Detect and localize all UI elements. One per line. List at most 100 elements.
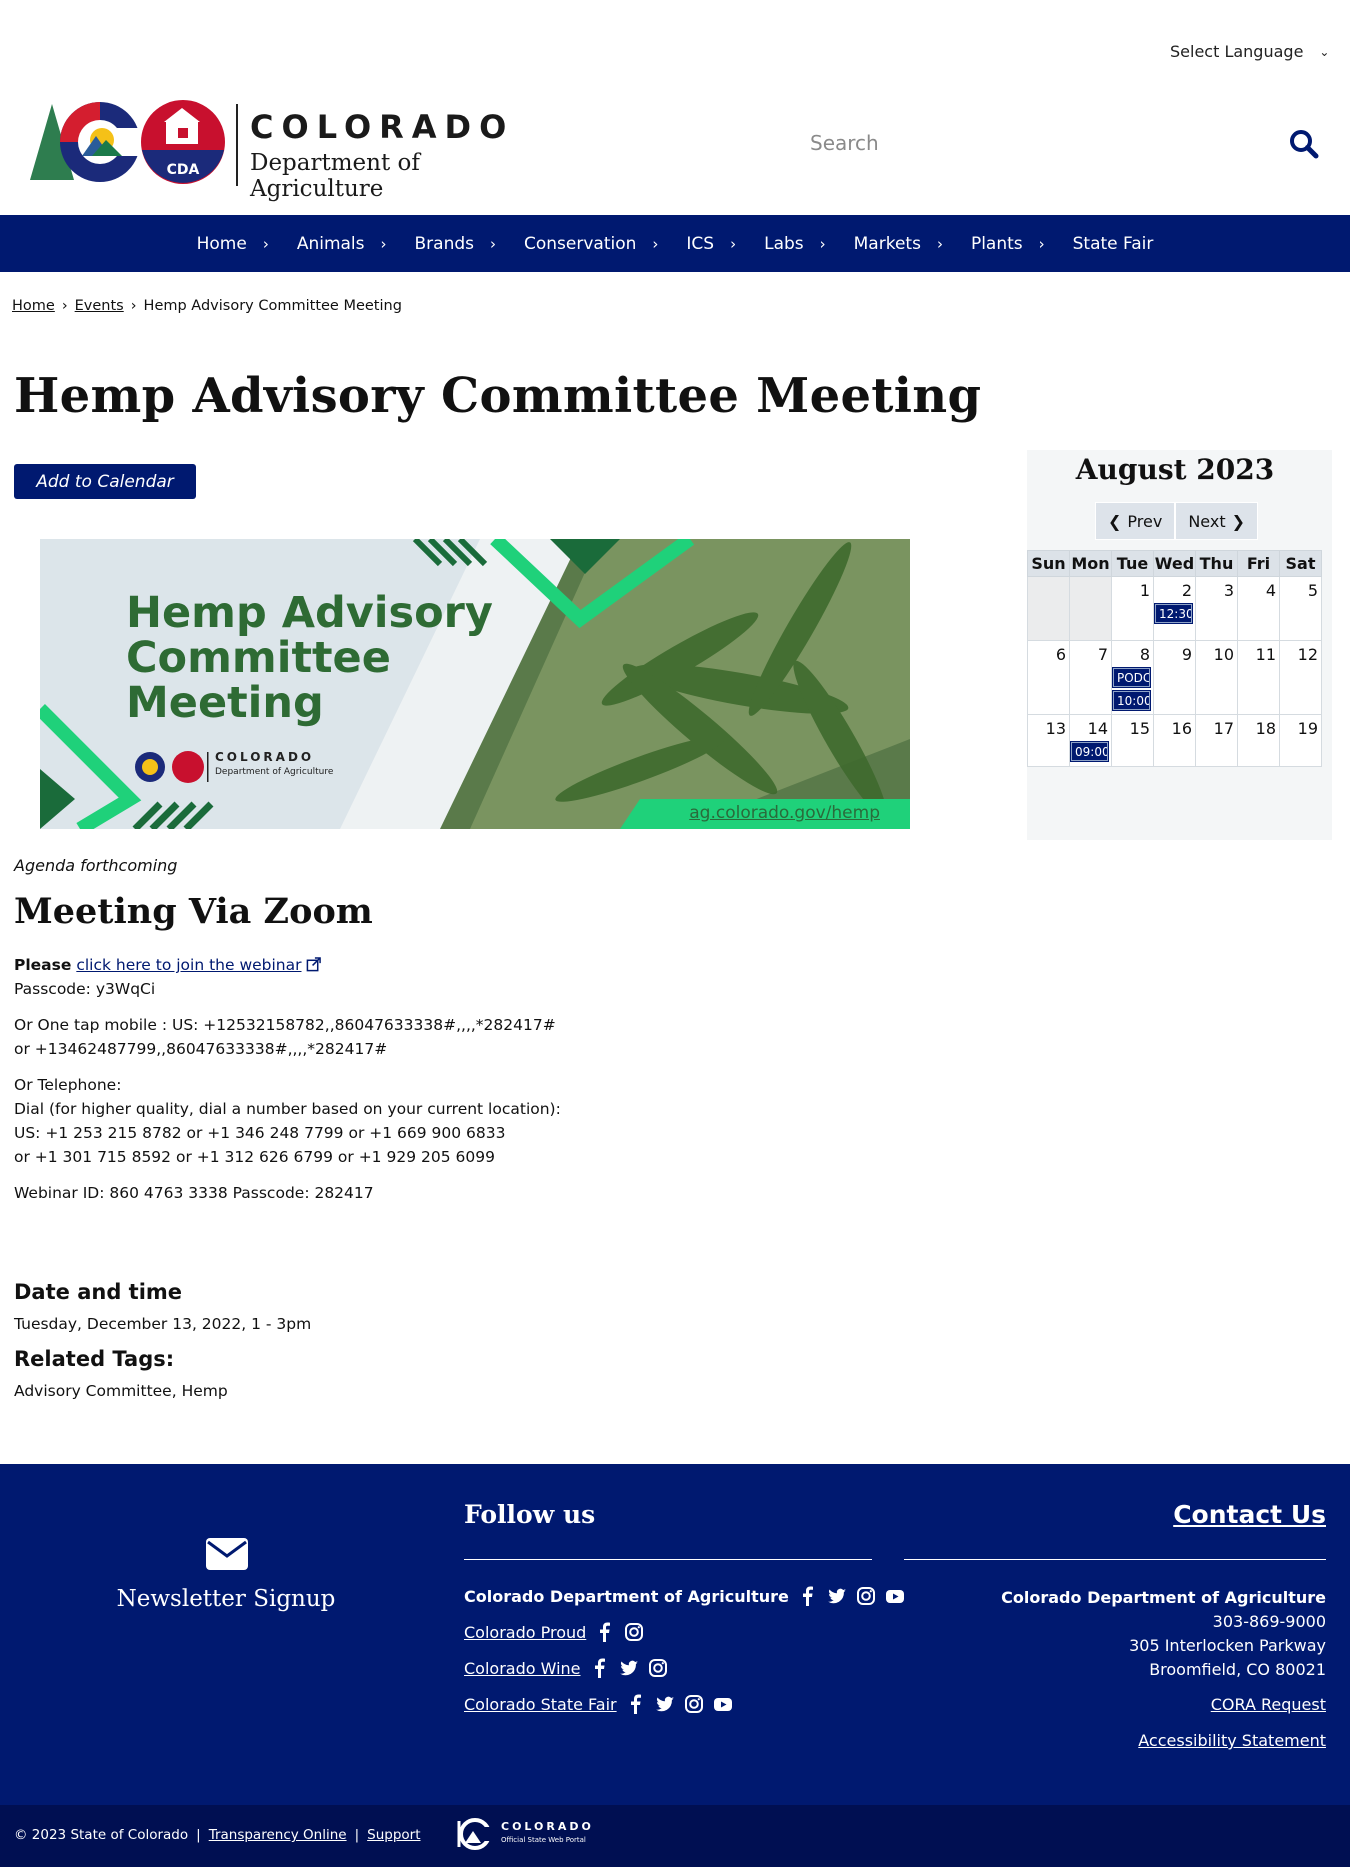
site-logo[interactable]: CDA COLORADO Department of Agriculture [30,100,550,202]
bottom-bar: © 2023 State of Colorado | Transparency On… [0,1805,1350,1867]
transparency-online-link[interactable]: Transparency Online [209,1827,347,1843]
youtube-icon[interactable] [885,1586,905,1606]
calendar-event[interactable]: PODC [1112,667,1151,688]
logo-divider [236,104,238,186]
search-icon[interactable] [1288,128,1320,160]
calendar-day-number: 3 [1223,581,1234,600]
cora-request-link[interactable]: CORA Request [1211,1695,1326,1714]
nav-item-label: Animals [296,233,365,254]
calendar-grid: Sun Mon Tue Wed Thu Fri Sat 1 2 12:30 3 4 5 6 7 8 PODC 1… [1027,550,1322,767]
nav-item-plants[interactable]: Plants › [957,234,1059,254]
facebook-icon[interactable] [595,1622,615,1642]
calendar-day-cell[interactable]: 10 [1195,640,1238,715]
join-webinar-link[interactable]: click here to join the webinar [76,956,321,974]
chevron-right-icon: › [936,234,943,253]
instagram-icon[interactable] [624,1622,644,1642]
calendar-day-cell[interactable]: 18 [1237,714,1280,767]
instagram-icon[interactable] [684,1694,704,1714]
zoom-heading: Meeting Via Zoom [14,891,373,932]
nav-item-state-fair[interactable]: State Fair [1059,234,1168,254]
twitter-icon[interactable] [619,1658,639,1678]
event-banner-image: Hemp Advisory Committee Meeting COLORADO… [40,539,910,829]
calendar-event[interactable]: 09:00 [1070,741,1109,762]
nav-item-conservation[interactable]: Conservation › [510,234,672,254]
one-tap-line: Or One tap mobile : US: +12532158782,,86… [14,1016,556,1034]
calendar-day-cell[interactable]: 5 [1279,576,1322,641]
calendar-day-cell[interactable]: 2 12:30 [1153,576,1196,641]
calendar-day-cell[interactable]: 14 09:00 [1069,714,1112,767]
facebook-icon[interactable] [590,1658,610,1678]
nav-item-label: ICS [686,233,715,254]
contact-address-line: 305 Interlocken Parkway [1129,1636,1326,1655]
banner-logo-title: COLORADO [215,750,315,764]
support-link[interactable]: Support [367,1827,420,1843]
contact-us-link[interactable]: Contact Us [1173,1500,1326,1529]
calendar-day-number: 17 [1213,719,1234,738]
breadcrumb-events[interactable]: Events [75,298,124,314]
please-label: Please [14,956,72,974]
envelope-icon[interactable] [206,1538,248,1570]
calendar-day-cell[interactable]: 9 [1153,640,1196,715]
calendar-day-cell[interactable]: 15 [1111,714,1154,767]
nav-item-brands[interactable]: Brands › [401,234,511,254]
breadcrumb-home[interactable]: Home [12,298,55,314]
social-row-label[interactable]: Colorado State Fair [464,1695,617,1714]
nav-item-animals[interactable]: Animals › [283,234,401,254]
logo-subtitle: Department of Agriculture [250,150,420,202]
calendar-event[interactable]: 12:30 [1154,603,1193,624]
calendar-day-cell[interactable]: 3 [1195,576,1238,641]
logo-badge-text: CDA [167,162,200,178]
calendar-day-cell[interactable]: 7 [1069,640,1112,715]
calendar-day-cell[interactable]: 1 [1111,576,1154,641]
newsletter-signup-link[interactable]: Newsletter Signup [96,1586,356,1612]
instagram-icon[interactable] [648,1658,668,1678]
calendar-day-cell[interactable]: 8 PODC 10:00 [1111,640,1154,715]
calendar-prev-button[interactable]: ❮ Prev [1095,502,1176,540]
twitter-icon[interactable] [655,1694,675,1714]
calendar-day-cell[interactable]: 6 [1027,640,1070,715]
nav-item-home[interactable]: Home › [183,234,283,254]
calendar-day-cell[interactable]: 13 [1027,714,1070,767]
facebook-icon[interactable] [626,1694,646,1714]
social-row-label: Colorado Department of Agriculture [464,1586,789,1606]
colorado-portal-logo[interactable]: COLORADO Official State Web Portal [455,1817,595,1851]
calendar-prev-label: Prev [1127,511,1163,531]
agenda-note: Agenda forthcoming [14,856,178,875]
telephone-label: Or Telephone: [14,1076,122,1094]
calendar-day-cell[interactable]: 19 [1279,714,1322,767]
banner-url: ag.colorado.gov/hemp [689,803,880,823]
twitter-icon[interactable] [827,1586,847,1606]
social-row: Colorado Proud [464,1622,644,1642]
banner-title-line: Hemp Advisory [126,588,493,638]
calendar-day-cell[interactable]: 12 [1279,640,1322,715]
page-title: Hemp Advisory Committee Meeting [14,368,982,424]
add-to-calendar-button[interactable]: Add to Calendar [14,464,196,499]
calendar-event[interactable]: 10:00 [1112,690,1151,711]
social-row-label[interactable]: Colorado Wine [464,1659,581,1678]
social-row-label[interactable]: Colorado Proud [464,1623,586,1642]
nav-item-ics[interactable]: ICS › [672,234,750,254]
language-selector[interactable]: Select Language ⌄ [1170,42,1329,61]
calendar-day-number: 5 [1307,581,1318,600]
calendar-day-cell[interactable]: 11 [1237,640,1280,715]
logo-title: COLORADO [250,108,515,146]
youtube-icon[interactable] [713,1694,733,1714]
separator: | [354,1827,360,1843]
calendar-empty-cell [1027,576,1070,641]
nav-item-labs[interactable]: Labs › [750,234,840,254]
accessibility-statement-link[interactable]: Accessibility Statement [1138,1731,1326,1750]
facebook-icon[interactable] [798,1586,818,1606]
calendar-day-number: 16 [1171,719,1192,738]
instagram-icon[interactable] [856,1586,876,1606]
calendar-day-cell[interactable]: 16 [1153,714,1196,767]
calendar-next-button[interactable]: Next ❯ [1175,502,1258,540]
search-input[interactable] [800,120,1240,166]
calendar-day-cell[interactable]: 17 [1195,714,1238,767]
nav-item-markets[interactable]: Markets › [840,234,957,254]
join-paragraph: Please click here to join the webinar Pa… [14,953,321,1001]
breadcrumb-current: Hemp Advisory Committee Meeting [143,298,402,314]
contact-phone: 303-869-9000 [1212,1612,1326,1631]
one-tap-line: or +13462487799,,86047633338#,,,,*282417… [14,1040,388,1058]
calendar-day-cell[interactable]: 4 [1237,576,1280,641]
calendar-empty-cell [1069,576,1112,641]
